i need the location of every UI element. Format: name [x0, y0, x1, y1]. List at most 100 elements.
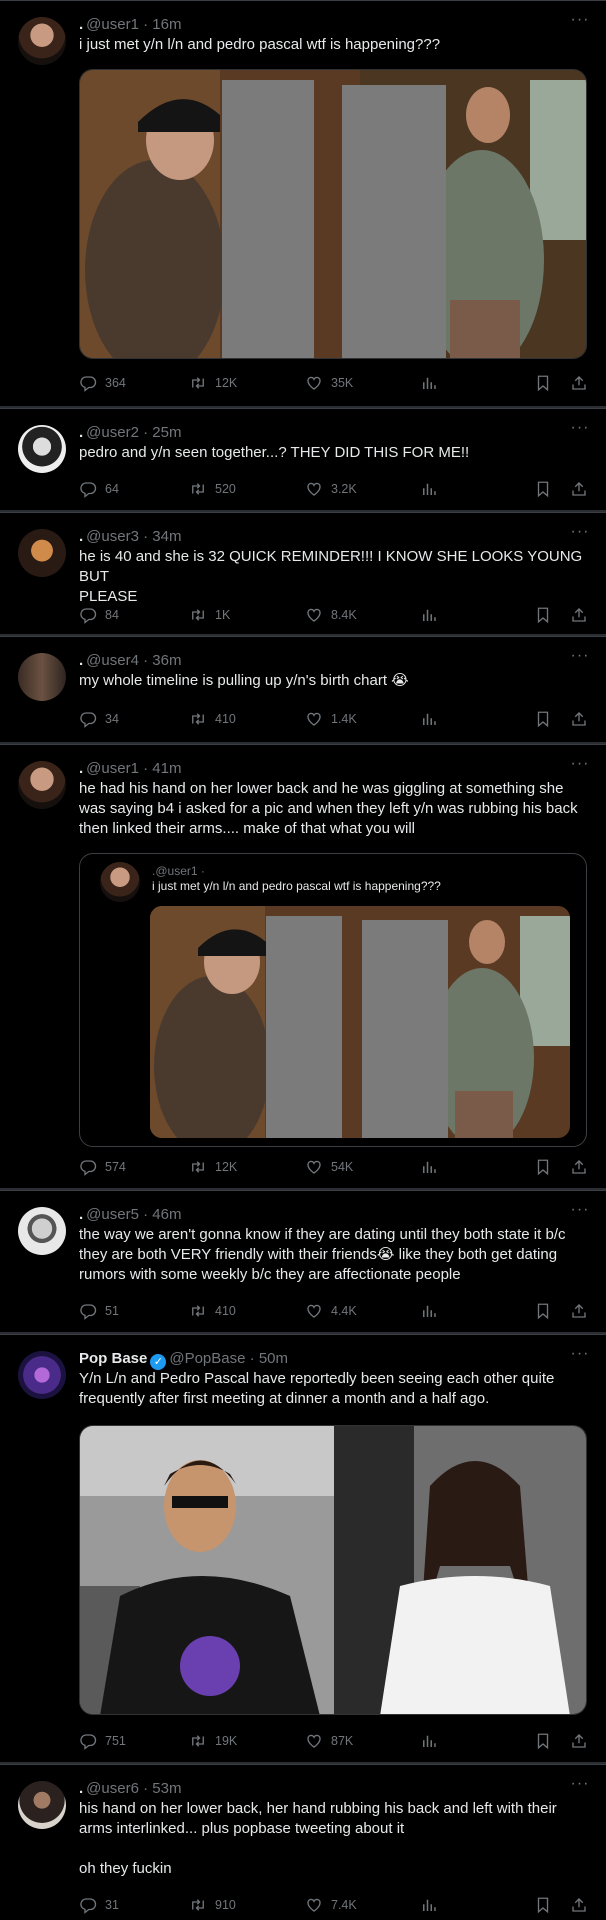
timestamp[interactable]: 50m	[259, 1350, 288, 1367]
more-icon[interactable]: ···	[570, 648, 590, 664]
share-button[interactable]	[570, 709, 596, 729]
avatar[interactable]	[18, 1207, 66, 1255]
tweet[interactable]: . @user1 · 16m i just met y/n l/n and ped…	[0, 0, 606, 406]
tweet[interactable]: . @user4 · 36m my whole timeline is pulli…	[0, 636, 606, 742]
bookmark-button[interactable]	[534, 1301, 560, 1321]
timestamp[interactable]: 36m	[152, 652, 181, 669]
share-button[interactable]	[570, 479, 596, 499]
like-button[interactable]: 1.4K	[305, 709, 357, 729]
handle[interactable]: @user4	[86, 652, 139, 669]
like-button[interactable]: 4.4K	[305, 1301, 357, 1321]
handle[interactable]: @user2	[86, 424, 139, 441]
reply-button[interactable]: 751	[79, 1731, 126, 1751]
timestamp[interactable]: 46m	[152, 1206, 181, 1223]
more-icon[interactable]: ···	[570, 420, 590, 436]
retweet-button[interactable]: 910	[189, 1895, 236, 1915]
handle[interactable]: @user1	[86, 16, 139, 33]
share-icon	[570, 606, 588, 624]
share-button[interactable]	[570, 373, 596, 393]
views-button[interactable]	[420, 709, 446, 729]
tweet[interactable]: Pop Base ✓ @PopBase · 50m Y/n L/n and Pedr…	[0, 1334, 606, 1762]
like-button[interactable]: 3.2K	[305, 479, 357, 499]
share-button[interactable]	[570, 1895, 596, 1915]
views-button[interactable]	[420, 373, 446, 393]
like-button[interactable]: 7.4K	[305, 1895, 357, 1915]
tweet[interactable]: . @user5 · 46m the way we aren't gonna kn…	[0, 1190, 606, 1332]
avatar[interactable]	[18, 17, 66, 65]
bookmark-button[interactable]	[534, 605, 560, 625]
views-button[interactable]	[420, 1157, 446, 1177]
timestamp[interactable]: 25m	[152, 424, 181, 441]
reply-button[interactable]: 364	[79, 373, 126, 393]
more-icon[interactable]: ···	[570, 756, 590, 772]
bookmark-button[interactable]	[534, 709, 560, 729]
views-button[interactable]	[420, 1301, 446, 1321]
timestamp[interactable]: 53m	[152, 1780, 181, 1797]
avatar[interactable]	[18, 425, 66, 473]
like-button[interactable]: 54K	[305, 1157, 353, 1177]
share-button[interactable]	[570, 605, 596, 625]
avatar[interactable]	[18, 653, 66, 701]
bookmark-button[interactable]	[534, 1731, 560, 1751]
handle[interactable]: @PopBase	[169, 1350, 245, 1367]
tweet-image[interactable]	[79, 69, 587, 359]
avatar[interactable]	[18, 761, 66, 809]
handle[interactable]: @user3	[86, 528, 139, 545]
share-button[interactable]	[570, 1157, 596, 1177]
quoted-tweet[interactable]: .@user1 · i just met y/n l/n and pedro p…	[79, 853, 587, 1147]
like-button[interactable]: 35K	[305, 373, 353, 393]
avatar[interactable]	[18, 1781, 66, 1829]
tweet[interactable]: . @user6 · 53m his hand on her lower back…	[0, 1764, 606, 1920]
retweet-button[interactable]: 410	[189, 709, 236, 729]
tweet-text: pedro and y/n seen together...? THEY DID…	[79, 444, 470, 461]
views-icon	[420, 606, 438, 624]
like-button[interactable]: 8.4K	[305, 605, 357, 625]
bookmark-button[interactable]	[534, 1157, 560, 1177]
reply-button[interactable]: 31	[79, 1895, 119, 1915]
bookmark-button[interactable]	[534, 373, 560, 393]
timestamp[interactable]: 41m	[152, 760, 181, 777]
views-button[interactable]	[420, 605, 446, 625]
retweet-button[interactable]: 410	[189, 1301, 236, 1321]
retweet-button[interactable]: 520	[189, 479, 236, 499]
reply-button[interactable]: 64	[79, 479, 119, 499]
retweet-button[interactable]: 12K	[189, 1157, 237, 1177]
more-icon[interactable]: ···	[570, 1776, 590, 1792]
views-button[interactable]	[420, 1895, 446, 1915]
handle[interactable]: @user1	[86, 760, 139, 777]
retweet-button[interactable]: 12K	[189, 373, 237, 393]
tweet[interactable]: . @user1 · 41m he had his hand on her low…	[0, 744, 606, 1188]
handle[interactable]: @user6	[86, 1780, 139, 1797]
views-button[interactable]	[420, 479, 446, 499]
reply-button[interactable]: 84	[79, 605, 119, 625]
more-icon[interactable]: ···	[570, 524, 590, 540]
reply-button[interactable]: 34	[79, 709, 119, 729]
tweet-image[interactable]	[79, 1425, 587, 1715]
quoted-image[interactable]	[150, 906, 570, 1138]
views-button[interactable]	[420, 1731, 446, 1751]
share-button[interactable]	[570, 1301, 596, 1321]
tweet[interactable]: . @user3 · 34m he is 40 and she is 32 QUI…	[0, 512, 606, 634]
reply-button[interactable]: 51	[79, 1301, 119, 1321]
retweet-button[interactable]: 1K	[189, 605, 230, 625]
tweet-text: the way we aren't gonna know if they are…	[79, 1226, 566, 1283]
like-button[interactable]: 87K	[305, 1731, 353, 1751]
share-button[interactable]	[570, 1731, 596, 1751]
tweet[interactable]: . @user2 · 25m pedro and y/n seen togethe…	[0, 408, 606, 510]
share-icon	[570, 710, 588, 728]
reply-button[interactable]: 574	[79, 1157, 126, 1177]
retweet-button[interactable]: 19K	[189, 1731, 237, 1751]
tweet-text: he had his hand on her lower back and he…	[79, 780, 578, 837]
display-name[interactable]: Pop Base	[79, 1350, 147, 1367]
timestamp[interactable]: 16m	[152, 16, 181, 33]
more-icon[interactable]: ···	[570, 1202, 590, 1218]
avatar[interactable]	[18, 529, 66, 577]
bookmark-button[interactable]	[534, 1895, 560, 1915]
timestamp[interactable]: 34m	[152, 528, 181, 545]
bookmark-button[interactable]	[534, 479, 560, 499]
handle[interactable]: @user5	[86, 1206, 139, 1223]
share-icon	[570, 1302, 588, 1320]
avatar[interactable]	[18, 1351, 66, 1399]
more-icon[interactable]: ···	[570, 12, 590, 28]
more-icon[interactable]: ···	[570, 1346, 590, 1362]
